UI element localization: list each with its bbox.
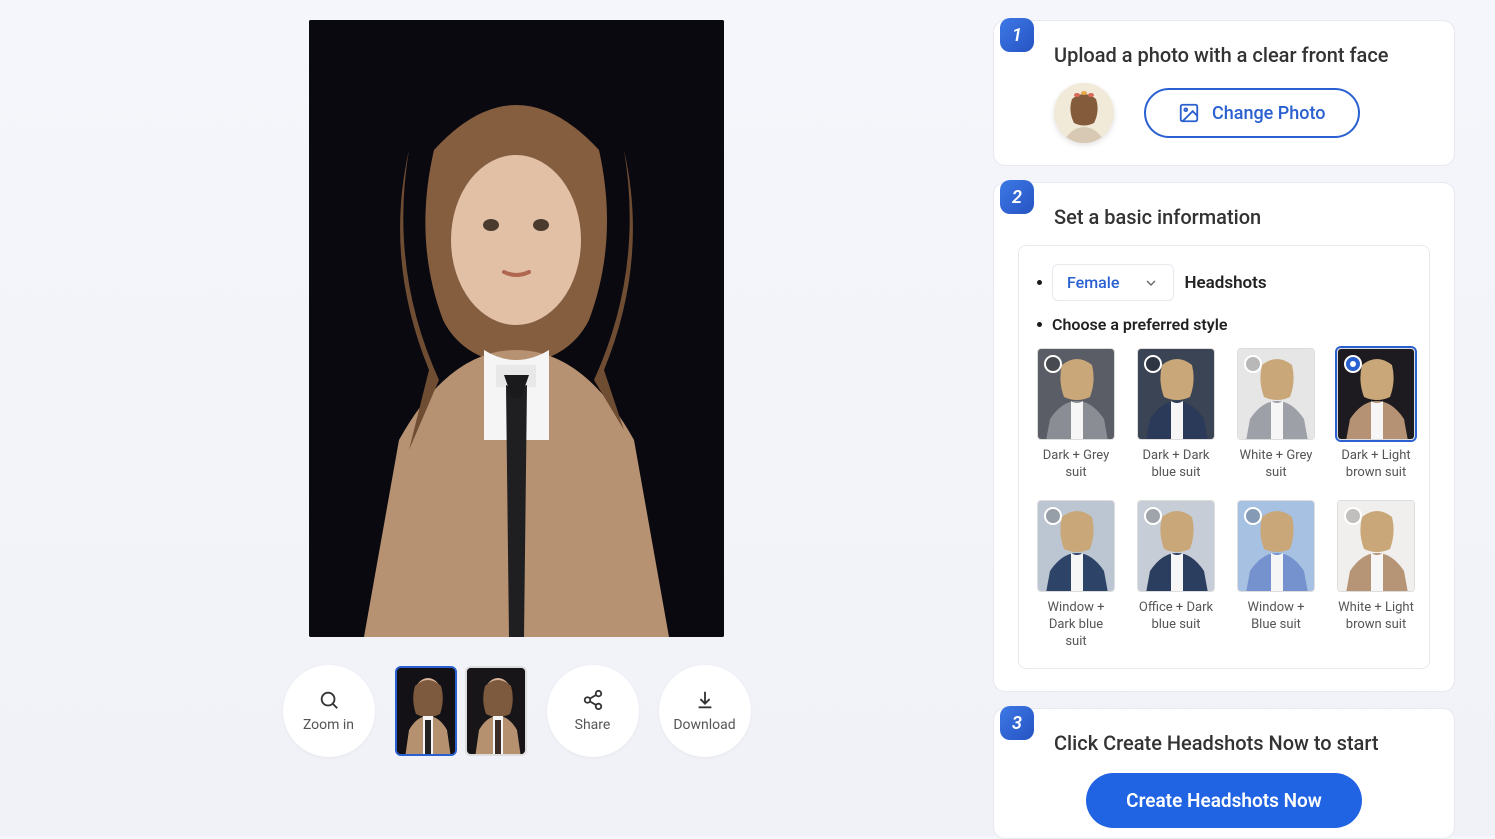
step-1-card: 1 Upload a photo with a clear front face [993, 20, 1455, 166]
image-icon [1178, 102, 1200, 124]
preview-toolbar: Zoom in [283, 665, 751, 757]
style-option-3[interactable]: Dark + Light brown suit [1337, 348, 1415, 482]
preview-image [309, 20, 724, 637]
style-thumbnail [1337, 500, 1415, 592]
chevron-down-icon [1143, 275, 1159, 291]
style-thumbnail [1137, 500, 1215, 592]
zoom-in-button[interactable]: Zoom in [283, 665, 375, 757]
create-headshots-button[interactable]: Create Headshots Now [1086, 773, 1362, 828]
style-thumbnail [1137, 348, 1215, 440]
download-icon [694, 689, 716, 711]
zoom-label: Zoom in [303, 717, 354, 733]
step-3-badge: 3 [1000, 706, 1034, 740]
gender-dropdown[interactable]: Female [1052, 264, 1174, 301]
style-caption: Dark + Grey suit [1037, 448, 1115, 482]
bullet-icon [1037, 322, 1042, 327]
change-photo-button[interactable]: Change Photo [1144, 88, 1360, 138]
style-caption: White + Light brown suit [1337, 600, 1415, 634]
radio-indicator [1044, 355, 1062, 373]
radio-indicator [1244, 507, 1262, 525]
style-caption: Dark + Dark blue suit [1137, 448, 1215, 482]
style-option-4[interactable]: Window + Dark blue suit [1037, 500, 1115, 651]
step-2-inner: Female Headshots Choose a preferred styl… [1018, 245, 1430, 669]
style-section-label: Choose a preferred style [1052, 315, 1227, 334]
zoom-icon [318, 689, 340, 711]
share-button[interactable]: Share [547, 665, 639, 757]
style-option-7[interactable]: White + Light brown suit [1337, 500, 1415, 651]
style-thumbnail [1037, 348, 1115, 440]
step-2-card: 2 Set a basic information Female Headsho… [993, 182, 1455, 692]
style-grid: Dark + Grey suit Dark + Dark blue suit W… [1037, 348, 1411, 650]
step-2-badge: 2 [1000, 180, 1034, 214]
thumbnail-1[interactable] [395, 666, 457, 756]
style-thumbnail [1237, 348, 1315, 440]
step-1-title: Upload a photo with a clear front face [1054, 43, 1430, 67]
share-icon [582, 689, 604, 711]
step-1-badge: 1 [1000, 18, 1034, 52]
step-3-title: Click Create Headshots Now to start [1054, 731, 1430, 755]
style-caption: Window + Dark blue suit [1037, 600, 1115, 651]
style-thumbnail [1237, 500, 1315, 592]
bullet-icon [1037, 280, 1042, 285]
radio-indicator [1244, 355, 1262, 373]
style-option-5[interactable]: Office + Dark blue suit [1137, 500, 1215, 651]
step-2-title: Set a basic information [1054, 205, 1430, 229]
preview-panel: Zoom in [40, 20, 993, 816]
style-caption: Office + Dark blue suit [1137, 600, 1215, 634]
radio-indicator [1144, 507, 1162, 525]
radio-indicator [1344, 507, 1362, 525]
download-button[interactable]: Download [659, 665, 751, 757]
radio-indicator [1144, 355, 1162, 373]
step-3-card: 3 Click Create Headshots Now to start Cr… [993, 708, 1455, 839]
download-label: Download [673, 717, 735, 733]
change-photo-label: Change Photo [1212, 103, 1326, 124]
headshots-label: Headshots [1184, 273, 1266, 293]
gender-selected-value: Female [1067, 273, 1119, 292]
style-option-0[interactable]: Dark + Grey suit [1037, 348, 1115, 482]
preview-thumbnails [395, 666, 527, 756]
radio-indicator [1044, 507, 1062, 525]
style-option-2[interactable]: White + Grey suit [1237, 348, 1315, 482]
radio-indicator [1344, 355, 1362, 373]
style-caption: Window + Blue suit [1237, 600, 1315, 634]
thumbnail-2[interactable] [465, 666, 527, 756]
settings-panel: 1 Upload a photo with a clear front face [993, 20, 1455, 816]
style-thumbnail [1037, 500, 1115, 592]
style-caption: White + Grey suit [1237, 448, 1315, 482]
uploaded-photo-avatar [1054, 83, 1114, 143]
share-label: Share [575, 717, 611, 733]
style-option-1[interactable]: Dark + Dark blue suit [1137, 348, 1215, 482]
style-option-6[interactable]: Window + Blue suit [1237, 500, 1315, 651]
style-thumbnail [1337, 348, 1415, 440]
style-caption: Dark + Light brown suit [1337, 448, 1415, 482]
